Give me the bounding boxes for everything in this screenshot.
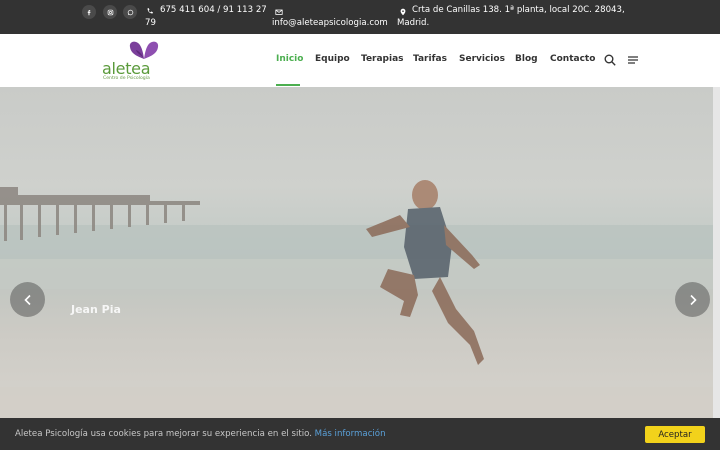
page-scrollbar[interactable]	[713, 87, 720, 418]
beach-photo	[0, 180, 713, 418]
phone-number-cont[interactable]: 79	[145, 17, 156, 30]
active-nav-indicator	[276, 84, 300, 86]
menu-icon[interactable]	[627, 54, 639, 66]
email-link[interactable]: info@aleteapsicologia.com	[272, 17, 388, 30]
accept-cookies-button[interactable]: Aceptar	[645, 426, 705, 443]
logo-tagline: Centro de Psicología	[103, 76, 150, 81]
nav-blog[interactable]: Blog	[515, 54, 538, 64]
nav-tarifas[interactable]: Tarifas	[413, 54, 447, 64]
nav-servicios[interactable]: Servicios	[459, 54, 505, 64]
envelope-icon	[275, 9, 283, 15]
nav-contacto[interactable]: Contacto	[550, 54, 595, 64]
main-header: aletea Centro de Psicología Inicio Equip…	[0, 34, 720, 87]
slider-next-button[interactable]	[675, 282, 710, 317]
cookie-text: Aletea Psicología usa cookies para mejor…	[15, 429, 312, 439]
facebook-icon[interactable]	[82, 5, 96, 19]
address-line-1: Crta de Canillas 138. 1ª planta, local 2…	[412, 5, 625, 15]
nav-inicio[interactable]: Inicio	[276, 54, 303, 64]
more-info-link[interactable]: Más información	[315, 429, 386, 439]
chevron-right-icon	[689, 294, 697, 305]
address-line-2: Madrid.	[397, 18, 430, 28]
top-bar: 675 411 604 / 91 113 27 79 info@aleteaps…	[0, 0, 720, 34]
nav-terapias[interactable]: Terapias	[361, 54, 404, 64]
cookie-message: Aletea Psicología usa cookies para mejor…	[15, 429, 386, 439]
site-logo[interactable]: aletea Centro de Psicología	[100, 37, 164, 85]
chevron-left-icon	[23, 294, 31, 305]
location-pin-icon	[400, 8, 406, 16]
phone-number[interactable]: 675 411 604 / 91 113 27	[160, 4, 267, 17]
slider-prev-button[interactable]	[10, 282, 45, 317]
butterfly-logo-icon	[129, 41, 159, 59]
phone-icon	[147, 8, 153, 14]
nav-equipo[interactable]: Equipo	[315, 54, 350, 64]
whatsapp-icon[interactable]	[123, 5, 137, 19]
slide-caption: Jean Pia	[71, 303, 121, 316]
instagram-icon[interactable]	[103, 5, 117, 19]
cookie-banner: Aletea Psicología usa cookies para mejor…	[0, 418, 720, 450]
search-icon[interactable]	[604, 54, 616, 66]
hero-slider: Jean Pia	[0, 87, 713, 418]
